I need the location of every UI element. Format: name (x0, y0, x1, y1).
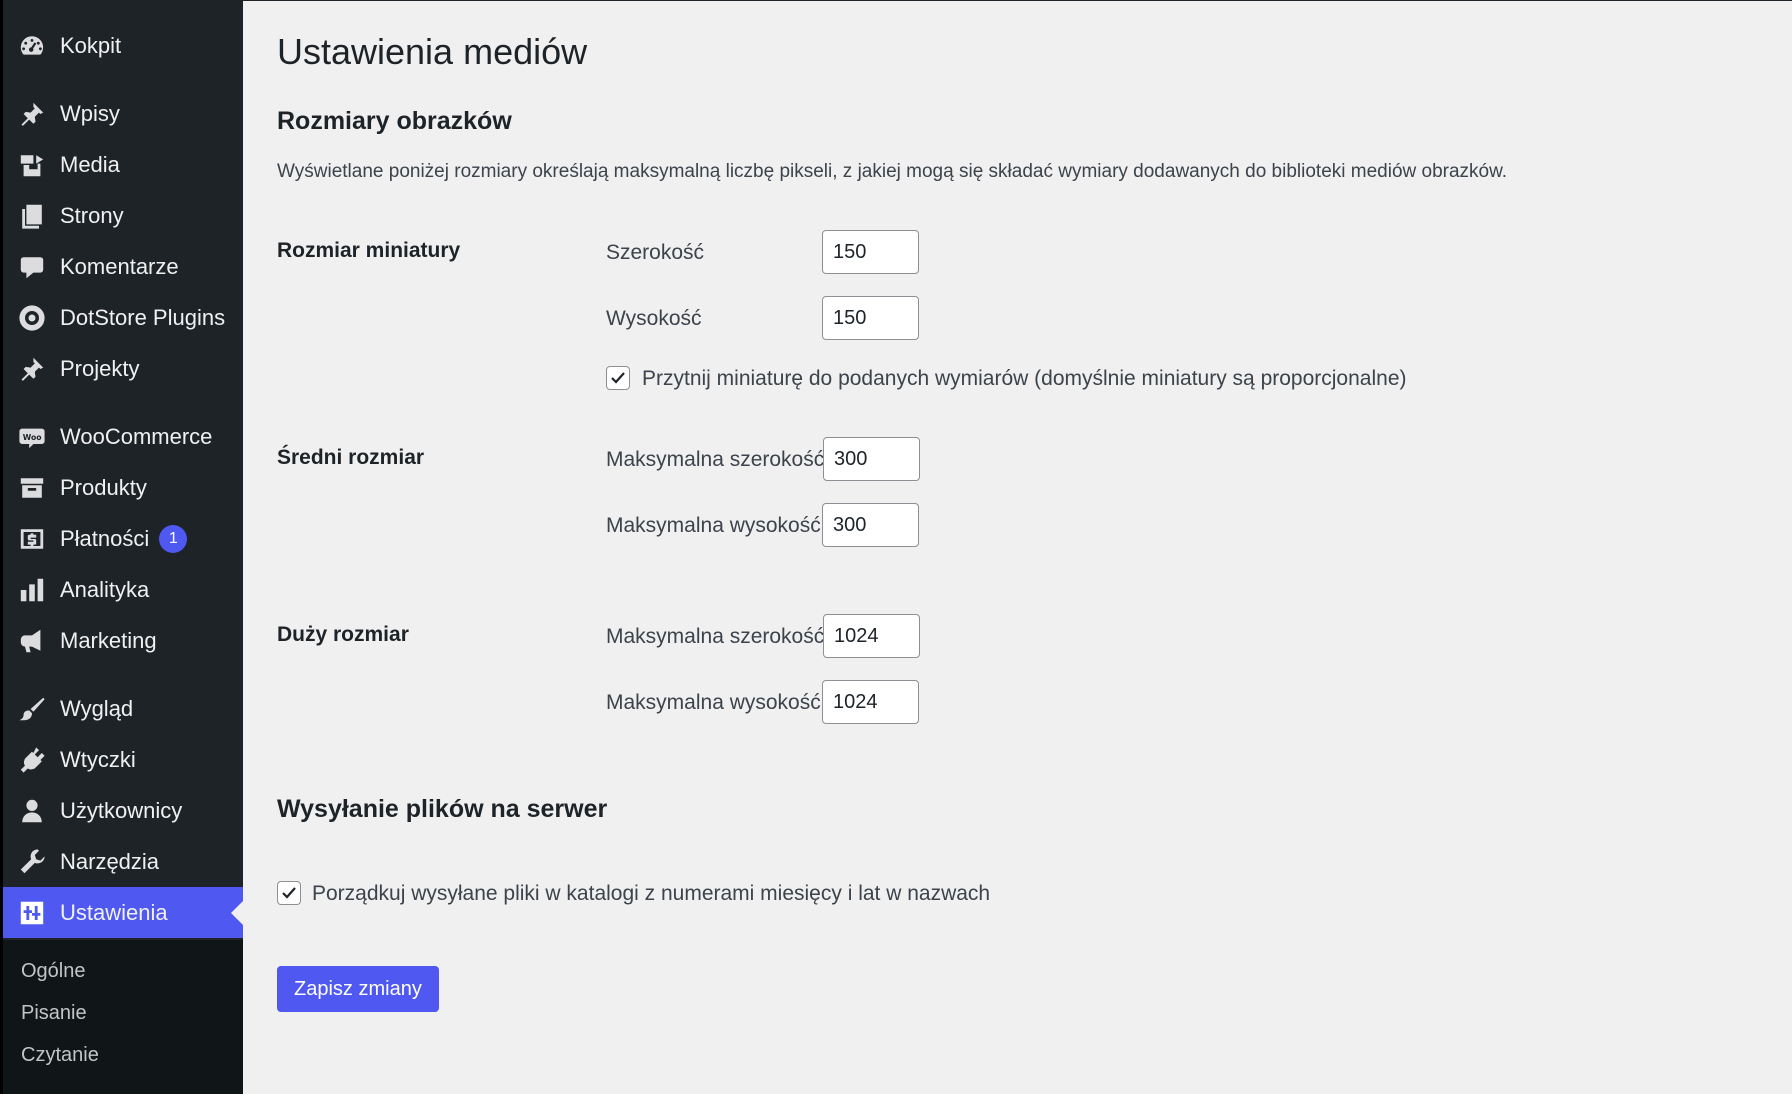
dashboard-icon (17, 31, 47, 61)
medium-width-input[interactable] (823, 437, 920, 481)
wrench-icon (17, 847, 47, 877)
notification-badge: 1 (159, 524, 188, 553)
sidebar-item-label: Wpisy (60, 100, 120, 126)
top-border (0, 0, 1792, 1)
pin-icon (17, 99, 47, 129)
sidebar-item-projekty[interactable]: Projekty (3, 343, 243, 394)
thumbnail-height-input[interactable] (822, 296, 919, 340)
organize-uploads-label: Porządkuj wysyłane pliki w katalogi z nu… (312, 882, 991, 905)
sidebar-item-label: Projekty (60, 355, 140, 381)
large-width-input[interactable] (823, 614, 920, 658)
medium-width-label: Maksymalna szerokość (606, 448, 825, 471)
sidebar-item-komentarze[interactable]: Komentarze (3, 241, 243, 292)
sidebar-item-label: Płatności (60, 525, 150, 551)
crop-thumbnail-checkbox[interactable] (606, 366, 630, 390)
megaphone-icon (17, 626, 47, 656)
sidebar-item-label: WooCommerce (60, 423, 213, 449)
sidebar-item-label: Produkty (60, 474, 147, 500)
medium-height-input[interactable] (822, 503, 919, 547)
sidebar-item-label: Ustawienia (60, 899, 168, 925)
sidebar-item-label: Kokpit (60, 32, 122, 58)
thumbnail-width-input[interactable] (822, 230, 919, 274)
sidebar-item-uzytkownicy[interactable]: Użytkownicy (3, 785, 243, 836)
image-sizes-heading: Rozmiary obrazków (277, 107, 512, 135)
svg-text:Woo: Woo (23, 432, 42, 441)
sidebar-item-narzedzia[interactable]: Narzędzia (3, 836, 243, 887)
image-sizes-description: Wyświetlane poniżej rozmiary określają m… (277, 161, 1508, 182)
large-height-label: Maksymalna wysokość (606, 691, 821, 714)
submenu-item-czytanie[interactable]: Czytanie (21, 1044, 99, 1067)
large-height-input[interactable] (822, 680, 919, 724)
checkmark-icon (282, 887, 296, 899)
comment-icon (17, 252, 47, 282)
sidebar-item-label: Wygląd (60, 695, 134, 721)
admin-sidebar: Kokpit Wpisy Media Strony Komentarze Dot… (0, 0, 243, 1094)
dollar-icon (17, 524, 47, 554)
plugin-icon (17, 745, 47, 775)
sidebar-item-label: Komentarze (60, 253, 179, 279)
sidebar-item-strony[interactable]: Strony (3, 190, 243, 241)
sidebar-item-ustawienia[interactable]: Ustawienia (3, 887, 243, 938)
sidebar-item-wyglad[interactable]: Wygląd (3, 683, 243, 734)
page-title: Ustawienia mediów (277, 31, 588, 72)
organize-uploads-checkbox[interactable] (277, 881, 301, 905)
uploads-heading: Wysyłanie plików na serwer (277, 795, 608, 823)
sidebar-item-label: Strony (60, 202, 124, 228)
sidebar-item-label: Wtyczki (60, 746, 136, 772)
woo-icon: Woo (17, 422, 47, 452)
brush-icon (17, 694, 47, 724)
submenu-item-pisanie[interactable]: Pisanie (21, 1002, 87, 1025)
thumbnail-size-label: Rozmiar miniatury (277, 239, 461, 262)
crop-thumbnail-label: Przytnij miniaturę do podanych wymiarów … (642, 367, 1407, 390)
sidebar-item-woocommerce[interactable]: Woo WooCommerce (3, 411, 243, 462)
sidebar-item-label: DotStore Plugins (60, 304, 226, 330)
media-icon (17, 150, 47, 180)
save-changes-button[interactable]: Zapisz zmiany (277, 966, 439, 1012)
checkmark-icon (611, 372, 625, 384)
chart-icon (17, 575, 47, 605)
dotstore-icon (17, 303, 47, 333)
medium-height-label: Maksymalna wysokość (606, 514, 821, 537)
sidebar-item-wtyczki[interactable]: Wtyczki (3, 734, 243, 785)
pages-icon (17, 201, 47, 231)
sidebar-item-label: Narzędzia (60, 848, 160, 874)
sidebar-item-label: Analityka (60, 576, 150, 602)
user-icon (17, 796, 47, 826)
sidebar-item-label: Marketing (60, 627, 157, 653)
sidebar-item-label: Użytkownicy (60, 797, 183, 823)
thumbnail-width-label: Szerokość (606, 241, 705, 264)
sidebar-item-media[interactable]: Media (3, 139, 243, 190)
sidebar-item-produkty[interactable]: Produkty (3, 462, 243, 513)
archive-icon (17, 473, 47, 503)
settings-submenu: Ogólne Pisanie Czytanie (3, 940, 243, 1094)
sidebar-item-dotstore-plugins[interactable]: DotStore Plugins (3, 292, 243, 343)
thumbnail-height-label: Wysokość (606, 307, 702, 330)
sidebar-item-kokpit[interactable]: Kokpit (3, 20, 243, 71)
sidebar-item-marketing[interactable]: Marketing (3, 615, 243, 666)
sidebar-item-label: Media (60, 151, 120, 177)
medium-size-label: Średni rozmiar (277, 446, 425, 469)
sidebar-item-analityka[interactable]: Analityka (3, 564, 243, 615)
large-size-label: Duży rozmiar (277, 623, 409, 646)
submenu-item-ogolne[interactable]: Ogólne (21, 960, 86, 983)
pin-icon (17, 354, 47, 384)
sidebar-item-wpisy[interactable]: Wpisy (3, 88, 243, 139)
settings-icon (17, 898, 47, 928)
sidebar-item-platnosci[interactable]: Płatności 1 (3, 513, 243, 564)
large-width-label: Maksymalna szerokość (606, 625, 825, 648)
